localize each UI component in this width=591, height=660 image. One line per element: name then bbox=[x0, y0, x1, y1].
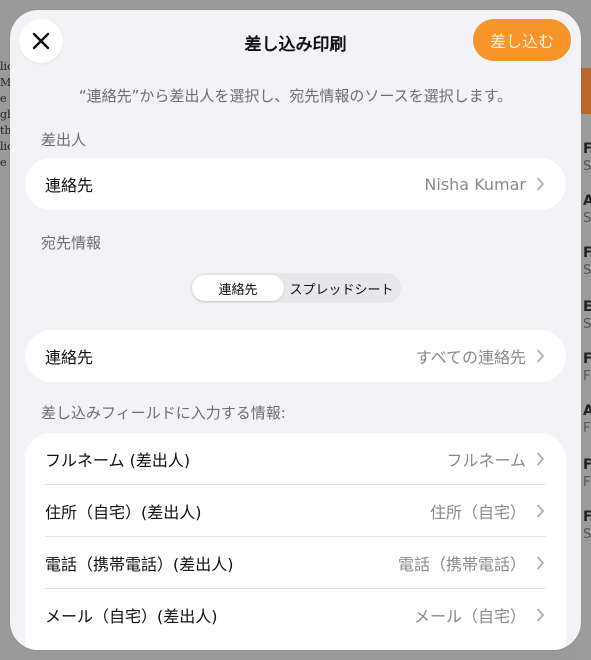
merge-field-label: 電話（携帯電話）(差出人) bbox=[45, 555, 234, 574]
segment-spreadsheet[interactable]: スプレッドシート bbox=[284, 275, 399, 301]
merge-fields-section-label: 差し込みフィールドに入力する情報: bbox=[41, 404, 286, 422]
merge-field-row[interactable]: フルネーム (差出人) フルネーム bbox=[25, 433, 566, 485]
mail-merge-sheet: 差し込み印刷 差し込む “連絡先”から差出人を選択し、宛先情報のソースを選択しま… bbox=[10, 10, 581, 650]
recipient-contact-value: すべての連絡先 bbox=[415, 348, 526, 367]
background-list-item: AF bbox=[583, 403, 591, 436]
background-list-item: ES bbox=[583, 299, 591, 332]
merge-field-value: 電話（携帯電話） bbox=[397, 555, 526, 574]
chevron-right-icon bbox=[536, 452, 546, 466]
merge-button[interactable]: 差し込む bbox=[473, 19, 571, 61]
recipient-section-label: 宛先情報 bbox=[41, 234, 102, 252]
background-list-item: FS bbox=[583, 141, 591, 174]
merge-field-row[interactable]: メール（自宅）(差出人) メール（自宅） bbox=[25, 589, 566, 641]
merge-field-row[interactable]: 住所（自宅）(差出人) 住所（自宅） bbox=[25, 485, 566, 537]
merge-field-label: 住所（自宅）(差出人) bbox=[45, 503, 202, 522]
background-list-item: FF bbox=[583, 457, 591, 490]
chevron-right-icon bbox=[536, 608, 546, 622]
recipient-contact-label: 連絡先 bbox=[45, 348, 94, 367]
merge-fields-card: フルネーム (差出人) フルネーム 住所（自宅）(差出人) 住所（自宅） 電話（… bbox=[25, 433, 566, 650]
merge-field-value: 住所（自宅） bbox=[429, 503, 526, 522]
chevron-right-icon bbox=[536, 504, 546, 518]
chevron-right-icon bbox=[536, 177, 546, 191]
merge-field-label: メール（自宅）(差出人) bbox=[45, 607, 218, 626]
sender-contact-row[interactable]: 連絡先 Nisha Kumar bbox=[25, 158, 566, 210]
segment-contacts[interactable]: 連絡先 bbox=[192, 275, 284, 301]
instructions-text: “連絡先”から差出人を選択し、宛先情報のソースを選択します。 bbox=[78, 87, 513, 105]
background-list-item: FF bbox=[583, 351, 591, 384]
chevron-right-icon bbox=[536, 556, 546, 570]
sender-section-label: 差出人 bbox=[41, 131, 87, 149]
recipient-card: 連絡先 すべての連絡先 bbox=[25, 330, 566, 382]
background-list-item: FS bbox=[583, 245, 591, 278]
recipient-source-segmented-control: 連絡先 スプレッドシート bbox=[190, 273, 401, 303]
background-list-item: AS bbox=[583, 193, 591, 226]
merge-field-label: フルネーム (差出人) bbox=[45, 451, 191, 470]
chevron-right-icon bbox=[536, 349, 546, 363]
background-list-item: FS bbox=[583, 509, 591, 542]
sender-contact-value: Nisha Kumar bbox=[424, 174, 526, 194]
merge-field-value: メール（自宅） bbox=[413, 607, 526, 626]
merge-field-row[interactable]: 電話（携帯電話）(差出人) 電話（携帯電話） bbox=[25, 537, 566, 589]
recipient-contact-row[interactable]: 連絡先 すべての連絡先 bbox=[25, 330, 566, 382]
merge-field-value: フルネーム bbox=[446, 451, 526, 470]
sender-contact-label: 連絡先 bbox=[45, 176, 94, 195]
sender-card: 連絡先 Nisha Kumar bbox=[25, 158, 566, 210]
